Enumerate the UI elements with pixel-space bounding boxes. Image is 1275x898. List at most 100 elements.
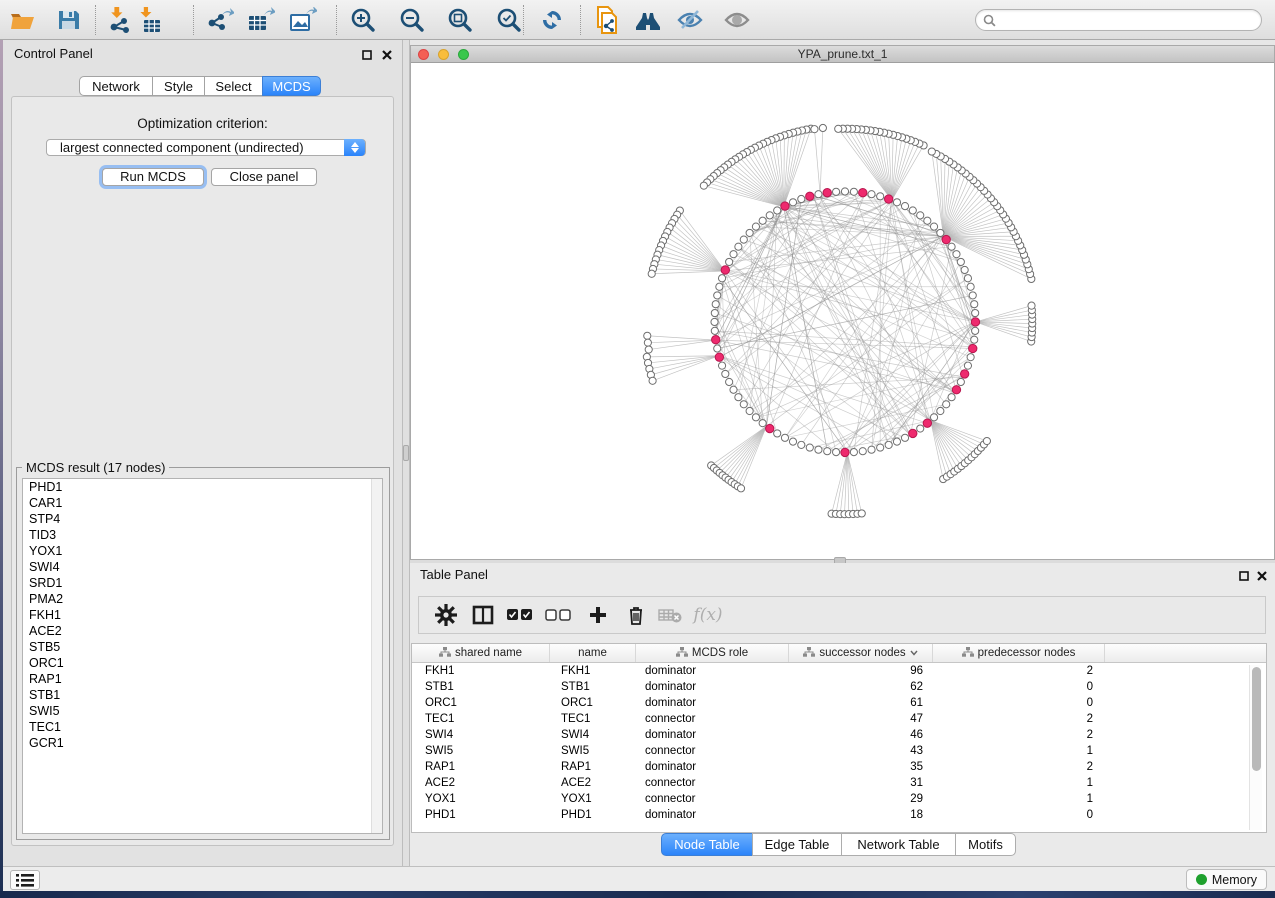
graph-node[interactable]: [901, 203, 908, 210]
graph-node[interactable]: [943, 401, 950, 408]
table-row[interactable]: SWI4SWI4dominator462: [412, 727, 1266, 743]
graph-node[interactable]: [893, 199, 900, 206]
graph-node[interactable]: [885, 441, 892, 448]
graph-node-leaf[interactable]: [700, 182, 707, 189]
table-row[interactable]: STB1STB1dominator620: [412, 679, 1266, 695]
create-column-icon[interactable]: [581, 597, 615, 633]
select-all-rows-icon[interactable]: [503, 597, 537, 633]
graph-node[interactable]: [972, 327, 979, 334]
graph-node[interactable]: [735, 243, 742, 250]
table-row[interactable]: FKH1FKH1dominator962: [412, 663, 1266, 679]
graph-node[interactable]: [716, 283, 723, 290]
float-window-icon[interactable]: [1237, 569, 1250, 582]
vertical-splitter[interactable]: [402, 40, 410, 866]
graph-node[interactable]: [815, 191, 822, 198]
graph-node-dominator[interactable]: [960, 370, 968, 378]
graph-node[interactable]: [789, 438, 796, 445]
graph-node-leaf[interactable]: [928, 148, 935, 155]
graph-node-leaf[interactable]: [835, 125, 842, 132]
column-header-name[interactable]: name: [550, 644, 636, 662]
import-network-icon[interactable]: [103, 3, 137, 37]
graph-node[interactable]: [964, 362, 971, 369]
graph-node[interactable]: [953, 251, 960, 258]
mcds-result-list[interactable]: PHD1CAR1STP4TID3YOX1SWI4SRD1PMA2FKH1ACE2…: [22, 478, 383, 834]
run-mcds-button[interactable]: Run MCDS: [102, 168, 204, 186]
column-header-shared-name[interactable]: shared name: [412, 644, 550, 662]
graph-node[interactable]: [859, 448, 866, 455]
graph-node-dominator[interactable]: [721, 266, 729, 274]
table-row[interactable]: YOX1YOX1connector291: [412, 791, 1266, 807]
mcds-result-node[interactable]: FKH1: [23, 607, 382, 623]
table-row[interactable]: PHD1PHD1dominator180: [412, 807, 1266, 823]
graph-node[interactable]: [746, 407, 753, 414]
graph-node[interactable]: [868, 191, 875, 198]
mcds-result-node[interactable]: STP4: [23, 511, 382, 527]
mcds-result-node[interactable]: RAP1: [23, 671, 382, 687]
graph-node[interactable]: [712, 301, 719, 308]
export-image-icon[interactable]: [286, 3, 320, 37]
graph-node[interactable]: [781, 434, 788, 441]
column-header-predecessor-nodes[interactable]: predecessor nodes: [933, 644, 1105, 662]
table-row[interactable]: SWI5SWI5connector431: [412, 743, 1266, 759]
graph-node[interactable]: [752, 223, 759, 230]
graph-node[interactable]: [967, 283, 974, 290]
table-row[interactable]: TEC1TEC1connector472: [412, 711, 1266, 727]
graph-node[interactable]: [917, 212, 924, 219]
graph-node[interactable]: [961, 266, 968, 273]
close-panel-icon[interactable]: [1255, 569, 1268, 582]
graph-node-leaf[interactable]: [649, 377, 656, 384]
graph-node-leaf[interactable]: [644, 339, 651, 346]
table-row[interactable]: ACE2ACE2connector311: [412, 775, 1266, 791]
graph-node[interactable]: [937, 407, 944, 414]
float-window-icon[interactable]: [360, 48, 373, 61]
zoom-selected-icon[interactable]: [492, 3, 526, 37]
graph-node[interactable]: [901, 434, 908, 441]
mcds-result-node[interactable]: SWI5: [23, 703, 382, 719]
graph-node[interactable]: [909, 207, 916, 214]
graph-node[interactable]: [971, 336, 978, 343]
graph-node[interactable]: [967, 354, 974, 361]
graph-node[interactable]: [718, 275, 725, 282]
mcds-result-node[interactable]: PHD1: [23, 479, 382, 495]
show-columns-icon[interactable]: [466, 597, 500, 633]
graph-node[interactable]: [740, 401, 747, 408]
graph-node[interactable]: [711, 327, 718, 334]
export-network-icon[interactable]: [203, 3, 237, 37]
graph-node[interactable]: [833, 449, 840, 456]
mcds-result-node[interactable]: STB1: [23, 687, 382, 703]
search-field[interactable]: [975, 9, 1262, 31]
graph-node-dominator[interactable]: [806, 192, 814, 200]
mcds-result-node[interactable]: STB5: [23, 639, 382, 655]
graph-node[interactable]: [752, 414, 759, 421]
table-row[interactable]: ORC1ORC1dominator610: [412, 695, 1266, 711]
graph-node-dominator[interactable]: [841, 448, 849, 456]
memory-button[interactable]: Memory: [1186, 869, 1267, 890]
mcds-result-node[interactable]: ACE2: [23, 623, 382, 639]
graph-node[interactable]: [789, 199, 796, 206]
column-header-MCDS-role[interactable]: MCDS role: [636, 644, 789, 662]
graph-node-leaf[interactable]: [644, 332, 651, 339]
graph-node-dominator[interactable]: [884, 195, 892, 203]
graph-node[interactable]: [917, 425, 924, 432]
close-panel-icon[interactable]: [380, 48, 393, 61]
graph-node[interactable]: [868, 446, 875, 453]
result-scrollbar[interactable]: [371, 479, 382, 833]
graph-node[interactable]: [930, 223, 937, 230]
hide-graphics-icon[interactable]: [673, 3, 707, 37]
graph-node[interactable]: [740, 236, 747, 243]
save-session-icon[interactable]: [52, 3, 86, 37]
graph-node[interactable]: [735, 394, 742, 401]
graph-node[interactable]: [774, 430, 781, 437]
graph-node[interactable]: [948, 243, 955, 250]
graph-node-leaf[interactable]: [645, 346, 652, 353]
graph-node[interactable]: [759, 217, 766, 224]
graph-node-dominator[interactable]: [952, 386, 960, 394]
tab-edge-table[interactable]: Edge Table: [752, 833, 842, 856]
graph-node-leaf[interactable]: [811, 126, 818, 133]
splitter-handle[interactable]: [403, 445, 409, 461]
graph-node-dominator[interactable]: [969, 344, 977, 352]
show-graphics-icon[interactable]: [720, 3, 754, 37]
graph-node[interactable]: [759, 420, 766, 427]
graph-node[interactable]: [841, 188, 848, 195]
criterion-select[interactable]: largest connected component (undirected): [46, 139, 366, 156]
